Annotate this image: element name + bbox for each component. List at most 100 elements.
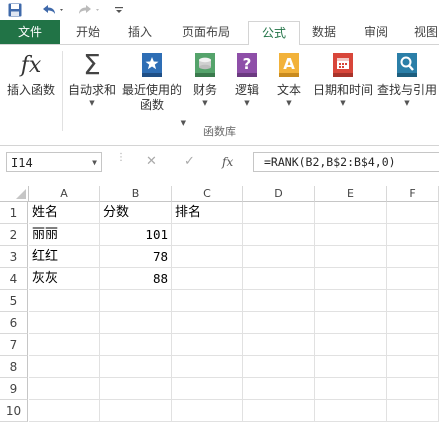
enter-icon[interactable]: ✓ [184, 152, 195, 172]
column-header-c[interactable]: C [172, 186, 243, 202]
cell-f7[interactable] [387, 334, 439, 356]
cell-b1[interactable]: 分数 [100, 202, 172, 224]
cell-d6[interactable] [243, 312, 315, 334]
recently-used-button[interactable]: 最近使用的 函数 ▼ [120, 51, 186, 127]
tab-home[interactable]: 开始 [64, 20, 112, 44]
cell-c7[interactable] [172, 334, 243, 356]
undo-icon[interactable] [38, 1, 68, 19]
logical-button[interactable]: ? 逻辑 ▼ [230, 51, 264, 108]
tab-review[interactable]: 审阅 [354, 20, 398, 44]
cell-d2[interactable] [243, 224, 315, 246]
insert-function-button[interactable]: fx 插入函数 [2, 51, 60, 98]
cell-e10[interactable] [315, 400, 387, 422]
column-header-a[interactable]: A [29, 186, 100, 202]
cell-b9[interactable] [100, 378, 172, 400]
cell-e2[interactable] [315, 224, 387, 246]
customize-qat-icon[interactable] [112, 1, 126, 19]
column-header-d[interactable]: D [243, 186, 315, 202]
cell-c10[interactable] [172, 400, 243, 422]
name-box-dropdown-icon[interactable]: ▼ [92, 153, 97, 173]
row-header-7[interactable]: 7 [0, 334, 28, 356]
tab-formulas[interactable]: 公式 [248, 21, 300, 46]
cell-b3[interactable]: 78 [100, 246, 172, 268]
cell-d8[interactable] [243, 356, 315, 378]
cell-f4[interactable] [387, 268, 439, 290]
redo-icon[interactable] [74, 1, 104, 19]
cell-f6[interactable] [387, 312, 439, 334]
cell-b5[interactable] [100, 290, 172, 312]
row-header-4[interactable]: 4 [0, 268, 28, 290]
cell-e1[interactable] [315, 202, 387, 224]
cell-a3[interactable]: 红红 [29, 246, 100, 268]
cell-a8[interactable] [29, 356, 100, 378]
row-header-8[interactable]: 8 [0, 356, 28, 378]
row-header-1[interactable]: 1 [0, 202, 28, 224]
row-header-2[interactable]: 2 [0, 224, 28, 246]
cell-e5[interactable] [315, 290, 387, 312]
tab-file[interactable]: 文件 [0, 20, 60, 44]
row-header-10[interactable]: 10 [0, 400, 28, 422]
date-time-button[interactable]: 日期和时间 ▼ [312, 51, 374, 108]
insert-function-icon[interactable]: fx [222, 152, 233, 172]
row-header-6[interactable]: 6 [0, 312, 28, 334]
cell-c8[interactable] [172, 356, 243, 378]
save-icon[interactable] [6, 1, 24, 19]
column-header-b[interactable]: B [100, 186, 172, 202]
cell-f1[interactable] [387, 202, 439, 224]
formula-input[interactable]: =RANK(B2,B$2:B$4,0) [253, 152, 439, 172]
cell-a4[interactable]: 灰灰 [29, 268, 100, 290]
autosum-button[interactable]: Σ 自动求和 ▼ [66, 51, 118, 108]
row-header-3[interactable]: 3 [0, 246, 28, 268]
cell-c9[interactable] [172, 378, 243, 400]
row-header-9[interactable]: 9 [0, 378, 28, 400]
cell-d5[interactable] [243, 290, 315, 312]
cell-a1[interactable]: 姓名 [29, 202, 100, 224]
text-button[interactable]: A 文本 ▼ [272, 51, 306, 108]
tab-view[interactable]: 视图 [406, 20, 439, 44]
cell-e7[interactable] [315, 334, 387, 356]
cell-f8[interactable] [387, 356, 439, 378]
tab-page-layout[interactable]: 页面布局 [170, 20, 242, 44]
cell-f2[interactable] [387, 224, 439, 246]
cell-e6[interactable] [315, 312, 387, 334]
name-box[interactable]: I14 ▼ [6, 152, 102, 172]
cell-d7[interactable] [243, 334, 315, 356]
cell-e8[interactable] [315, 356, 387, 378]
row-header-5[interactable]: 5 [0, 290, 28, 312]
tab-data[interactable]: 数据 [302, 20, 346, 44]
select-all-corner[interactable] [0, 186, 29, 202]
cell-e3[interactable] [315, 246, 387, 268]
cell-a2[interactable]: 丽丽 [29, 224, 100, 246]
cell-d10[interactable] [243, 400, 315, 422]
lookup-reference-button[interactable]: 查找与引用 ▼ [376, 51, 438, 108]
cancel-icon[interactable]: ✕ [146, 152, 157, 172]
cell-b7[interactable] [100, 334, 172, 356]
column-header-e[interactable]: E [315, 186, 387, 202]
cell-c2[interactable] [172, 224, 243, 246]
column-header-f[interactable]: F [387, 186, 439, 202]
cell-a6[interactable] [29, 312, 100, 334]
cell-b10[interactable] [100, 400, 172, 422]
cell-a10[interactable] [29, 400, 100, 422]
cell-f9[interactable] [387, 378, 439, 400]
cell-b8[interactable] [100, 356, 172, 378]
cell-a5[interactable] [29, 290, 100, 312]
cell-c3[interactable] [172, 246, 243, 268]
financial-button[interactable]: 财务 ▼ [188, 51, 222, 108]
cell-e4[interactable] [315, 268, 387, 290]
cell-c6[interactable] [172, 312, 243, 334]
cell-b2[interactable]: 101 [100, 224, 172, 246]
cell-b4[interactable]: 88 [100, 268, 172, 290]
cell-d9[interactable] [243, 378, 315, 400]
cell-d4[interactable] [243, 268, 315, 290]
cell-c1[interactable]: 排名 [172, 202, 243, 224]
cell-d3[interactable] [243, 246, 315, 268]
cell-c4[interactable] [172, 268, 243, 290]
cell-c5[interactable] [172, 290, 243, 312]
cell-a7[interactable] [29, 334, 100, 356]
tab-insert[interactable]: 插入 [116, 20, 164, 44]
cell-d1[interactable] [243, 202, 315, 224]
cell-e9[interactable] [315, 378, 387, 400]
cell-a9[interactable] [29, 378, 100, 400]
cell-f5[interactable] [387, 290, 439, 312]
